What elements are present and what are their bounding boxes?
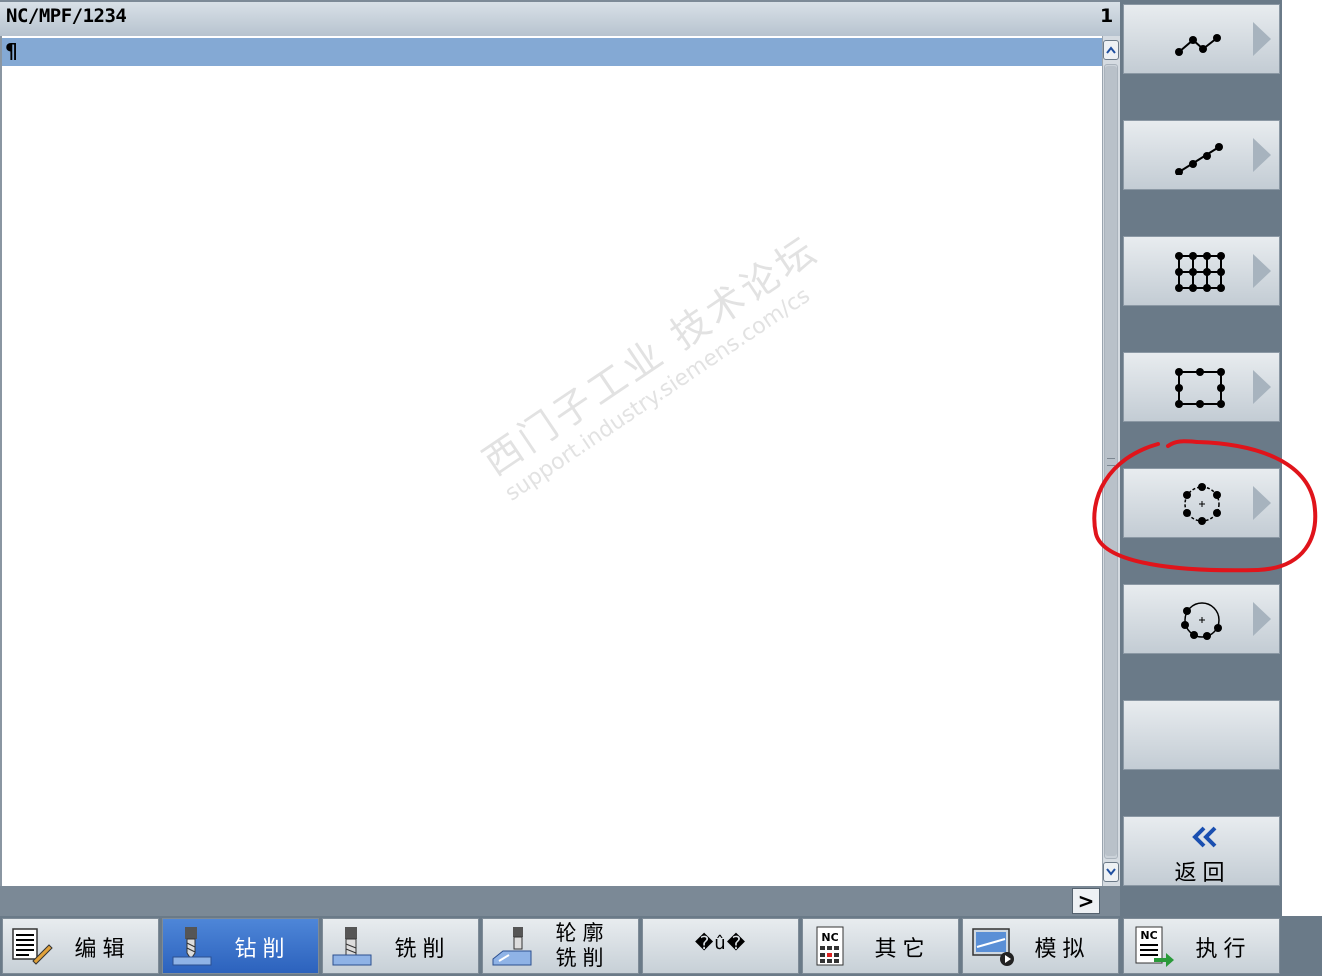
line-positions-icon (1175, 143, 1223, 175)
program-path: NC/MPF/1234 (6, 5, 127, 27)
line-number: 1 (1100, 5, 1114, 27)
drill-icon (172, 927, 212, 966)
grid-positions-icon (1175, 252, 1225, 292)
softkey-mill[interactable]: 铣削 (322, 918, 479, 974)
chevron-up-icon (1106, 46, 1116, 54)
double-chevron-left-icon (1192, 825, 1218, 855)
contour-mill-line2: 铣削 (555, 946, 610, 970)
back-label: 返回 (1174, 861, 1231, 886)
softkey-position-free[interactable] (1123, 4, 1280, 74)
scroll-up-button[interactable] (1103, 40, 1119, 60)
softkey-contour-mill[interactable]: 轮廓 铣削 (482, 918, 639, 974)
line-end-marker: ¶ (5, 39, 18, 63)
pitch-circle-positions-icon (1181, 602, 1222, 640)
nc-misc-icon: NC (816, 926, 844, 966)
edit-icon (12, 928, 53, 965)
title-bar (0, 0, 1120, 36)
softkey-position-frame[interactable] (1123, 352, 1280, 422)
svg-text:NC: NC (1140, 929, 1157, 942)
softkey-empty[interactable] (1123, 700, 1280, 770)
svg-text:NC: NC (821, 931, 838, 944)
frame-positions-icon (1175, 368, 1225, 408)
softkey-misc-label: 其它 (874, 937, 931, 962)
chevron-right-icon (1253, 254, 1271, 288)
softkey-garbled[interactable]: �û� (642, 918, 799, 974)
full-circle-positions-icon (1183, 483, 1221, 525)
more-button[interactable]: > (1072, 888, 1100, 914)
program-editor[interactable] (0, 36, 1102, 886)
softkey-edit[interactable]: 编辑 (2, 918, 159, 974)
contour-mill-icon (492, 927, 532, 966)
mill-icon (332, 927, 372, 966)
chevron-right-icon (1253, 486, 1271, 520)
current-line[interactable] (2, 38, 1102, 66)
softkey-position-grid[interactable] (1123, 236, 1280, 306)
scroll-down-button[interactable] (1103, 862, 1119, 882)
status-bar (0, 886, 1120, 916)
scrollbar-thumb[interactable] (1105, 66, 1117, 856)
chevron-right-icon (1253, 138, 1271, 172)
softkey-position-pitch-circle[interactable] (1123, 584, 1280, 654)
chevron-right-icon (1253, 370, 1271, 404)
chevron-down-icon (1106, 868, 1116, 876)
back-button[interactable]: 返回 (1123, 816, 1280, 886)
free-positions-icon (1175, 34, 1221, 56)
softkey-mill-label: 铣削 (394, 937, 451, 962)
softkey-edit-label: 编辑 (74, 937, 131, 962)
softkey-position-full-circle[interactable] (1123, 468, 1280, 538)
softkey-execute[interactable]: NC 执行 (1123, 918, 1280, 974)
softkey-drill-label: 钻削 (234, 937, 291, 962)
softkey-drill[interactable]: 钻削 (162, 918, 319, 974)
softkey-position-line[interactable] (1123, 120, 1280, 190)
softkey-simulate[interactable]: 模拟 (962, 918, 1119, 974)
softkey-execute-label: 执行 (1195, 937, 1252, 962)
softkey-simulate-label: 模拟 (1034, 937, 1091, 962)
chevron-right-icon (1253, 22, 1271, 56)
softkey-misc[interactable]: NC 其它 (802, 918, 959, 974)
softkey-garbled-label: �û� (694, 933, 747, 954)
contour-mill-line1: 轮廓 (555, 921, 610, 945)
chevron-right-icon (1253, 602, 1271, 636)
softkey-contour-mill-label: 轮廓 铣削 (531, 921, 634, 971)
